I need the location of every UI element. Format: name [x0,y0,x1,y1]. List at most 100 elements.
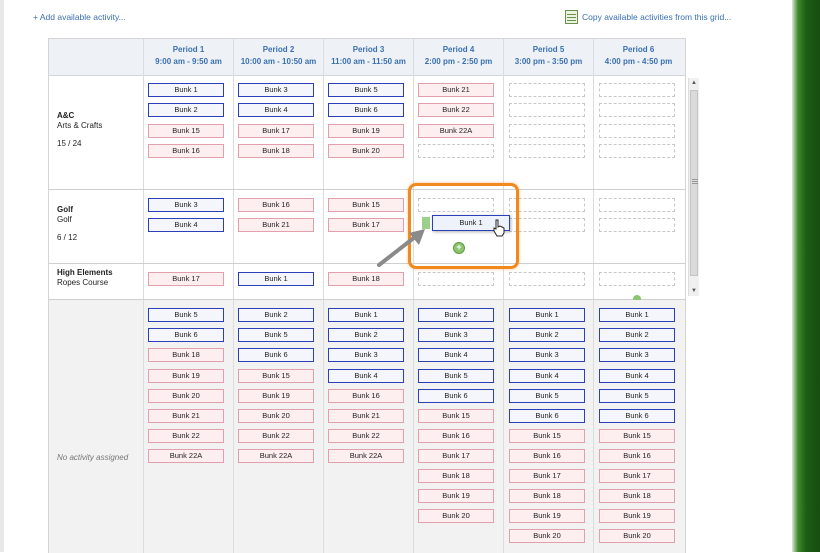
bunk-chip[interactable]: Bunk 18 [418,469,494,483]
bunk-chip[interactable]: Bunk 2 [599,328,675,342]
bunk-chip[interactable]: Bunk 22 [418,103,494,117]
bunk-chip[interactable]: Bunk 3 [148,198,224,212]
bunk-chip[interactable]: Bunk 6 [328,103,404,117]
bunk-chip[interactable]: Bunk 16 [599,449,675,463]
bunk-chip[interactable]: Bunk 18 [238,144,314,158]
bunk-chip[interactable]: Bunk 19 [238,389,314,403]
bunk-chip[interactable]: Bunk 3 [418,328,494,342]
bunk-chip[interactable]: Bunk 17 [599,469,675,483]
scroll-up-arrow-icon[interactable]: ▲ [689,78,699,88]
empty-slot[interactable] [599,83,675,97]
bunk-chip[interactable]: Bunk 6 [509,409,585,423]
empty-slot[interactable] [599,144,675,158]
bunk-chip[interactable]: Bunk 15 [599,429,675,443]
bunk-chip[interactable]: Bunk 5 [238,328,314,342]
bunk-chip[interactable]: Bunk 17 [509,469,585,483]
bunk-chip[interactable]: Bunk 19 [328,124,404,138]
plus-circle-icon[interactable] [633,295,641,300]
bunk-chip[interactable]: Bunk 5 [599,389,675,403]
bunk-chip[interactable]: Bunk 4 [418,348,494,362]
bunk-chip[interactable]: Bunk 6 [418,389,494,403]
copy-activities-link[interactable]: Copy available activities from this grid… [582,12,731,22]
empty-slot[interactable] [599,124,675,138]
bunk-chip[interactable]: Bunk 15 [238,369,314,383]
bunk-chip[interactable]: Bunk 20 [599,529,675,543]
scrollbar[interactable]: ▲ ▼ [688,78,699,296]
bunk-chip[interactable]: Bunk 18 [328,272,404,286]
bunk-chip[interactable]: Bunk 4 [238,103,314,117]
empty-slot[interactable] [599,272,675,286]
bunk-chip[interactable]: Bunk 6 [238,348,314,362]
bunk-chip[interactable]: Bunk 3 [599,348,675,362]
bunk-chip[interactable]: Bunk 16 [509,449,585,463]
bunk-chip[interactable]: Bunk 6 [599,409,675,423]
bunk-chip[interactable]: Bunk 15 [509,429,585,443]
bunk-chip[interactable]: Bunk 15 [148,124,224,138]
bunk-chip[interactable]: Bunk 18 [599,489,675,503]
empty-slot[interactable] [509,144,585,158]
bunk-chip[interactable]: Bunk 22 [148,429,224,443]
bunk-chip[interactable]: Bunk 22A [148,449,224,463]
bunk-chip[interactable]: Bunk 18 [509,489,585,503]
bunk-chip[interactable]: Bunk 22 [238,429,314,443]
bunk-chip[interactable]: Bunk 15 [328,198,404,212]
bunk-chip[interactable]: Bunk 16 [328,389,404,403]
bunk-chip[interactable]: Bunk 4 [328,369,404,383]
scroll-down-arrow-icon[interactable]: ▼ [689,286,699,296]
empty-slot[interactable] [418,144,494,158]
bunk-chip[interactable]: Bunk 2 [328,328,404,342]
bunk-chip[interactable]: Bunk 1 [328,308,404,322]
bunk-chip[interactable]: Bunk 15 [418,409,494,423]
bunk-chip[interactable]: Bunk 21 [328,409,404,423]
bunk-chip[interactable]: Bunk 3 [509,348,585,362]
bunk-chip[interactable]: Bunk 19 [148,369,224,383]
empty-slot[interactable] [599,198,675,212]
empty-slot[interactable] [509,124,585,138]
bunk-chip[interactable]: Bunk 3 [328,348,404,362]
bunk-chip[interactable]: Bunk 17 [418,449,494,463]
bunk-chip[interactable]: Bunk 20 [238,409,314,423]
empty-slot[interactable] [509,103,585,117]
bunk-chip[interactable]: Bunk 22 [328,429,404,443]
bunk-chip[interactable]: Bunk 2 [418,308,494,322]
bunk-chip[interactable]: Bunk 1 [509,308,585,322]
bunk-chip[interactable]: Bunk 4 [148,218,224,232]
bunk-chip[interactable]: Bunk 6 [148,328,224,342]
bunk-chip[interactable]: Bunk 21 [238,218,314,232]
bunk-chip[interactable]: Bunk 2 [238,308,314,322]
bunk-chip[interactable]: Bunk 19 [599,509,675,523]
bunk-chip[interactable]: Bunk 16 [238,198,314,212]
bunk-chip[interactable]: Bunk 19 [509,509,585,523]
bunk-chip[interactable]: Bunk 17 [238,124,314,138]
bunk-chip[interactable]: Bunk 2 [148,103,224,117]
bunk-chip[interactable]: Bunk 20 [509,529,585,543]
bunk-chip[interactable]: Bunk 1 [148,83,224,97]
plus-circle-icon[interactable]: + [453,242,465,254]
bunk-chip[interactable]: Bunk 1 [599,308,675,322]
empty-slot[interactable] [509,83,585,97]
bunk-chip[interactable]: Bunk 20 [418,509,494,523]
bunk-chip[interactable]: Bunk 20 [148,389,224,403]
empty-slot[interactable] [509,218,585,232]
bunk-chip[interactable]: Bunk 3 [238,83,314,97]
bunk-chip[interactable]: Bunk 21 [148,409,224,423]
empty-slot[interactable] [509,198,585,212]
empty-slot[interactable] [599,218,675,232]
add-activity-link[interactable]: + Add available activity... [33,12,126,22]
bunk-chip[interactable]: Bunk 1 [238,272,314,286]
bunk-chip[interactable]: Bunk 4 [509,369,585,383]
bunk-chip[interactable]: Bunk 16 [148,144,224,158]
empty-slot[interactable] [599,103,675,117]
bunk-chip[interactable]: Bunk 18 [148,348,224,362]
empty-slot[interactable] [418,272,494,286]
bunk-chip[interactable]: Bunk 16 [418,429,494,443]
bunk-chip[interactable]: Bunk 21 [418,83,494,97]
bunk-chip[interactable]: Bunk 4 [599,369,675,383]
bunk-chip[interactable]: Bunk 22A [418,124,494,138]
bunk-chip[interactable]: Bunk 5 [418,369,494,383]
bunk-chip[interactable]: Bunk 22A [328,449,404,463]
bunk-chip[interactable]: Bunk 5 [328,83,404,97]
bunk-chip[interactable]: Bunk 19 [418,489,494,503]
bunk-chip[interactable]: Bunk 5 [148,308,224,322]
bunk-chip[interactable]: Bunk 5 [509,389,585,403]
